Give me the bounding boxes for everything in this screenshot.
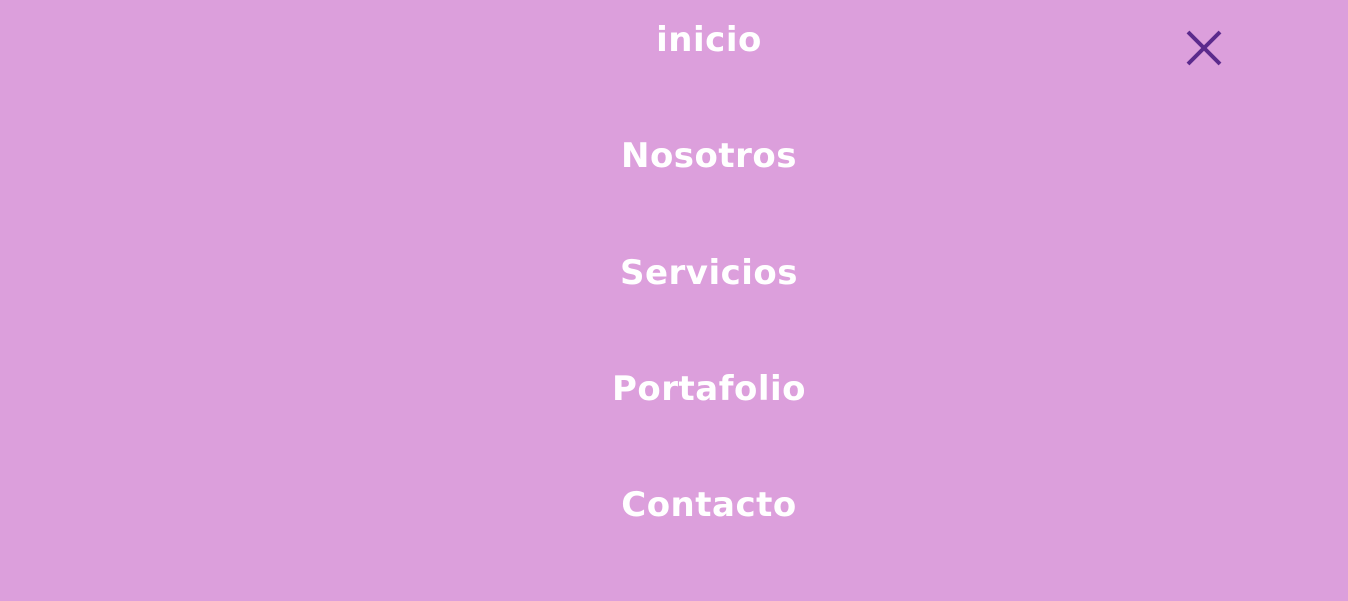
nav-item-portafolio: Portafolio (0, 369, 1348, 409)
nav-item-inicio: inicio (0, 20, 1348, 60)
nav-link-servicios[interactable]: Servicios (620, 253, 798, 293)
nav-link-inicio[interactable]: inicio (656, 20, 762, 60)
nav-link-contacto[interactable]: Contacto (621, 485, 796, 525)
nav-item-nosotros: Nosotros (0, 136, 1348, 176)
nav-item-servicios: Servicios (0, 253, 1348, 293)
nav-item-contacto: Contacto (0, 485, 1348, 525)
close-menu-button[interactable] (1184, 28, 1224, 68)
close-icon (1186, 30, 1222, 66)
nav-link-portafolio[interactable]: Portafolio (612, 369, 806, 409)
nav-link-nosotros[interactable]: Nosotros (621, 136, 797, 176)
fullscreen-nav-overlay: inicio Nosotros Servicios Portafolio Con… (0, 0, 1348, 601)
